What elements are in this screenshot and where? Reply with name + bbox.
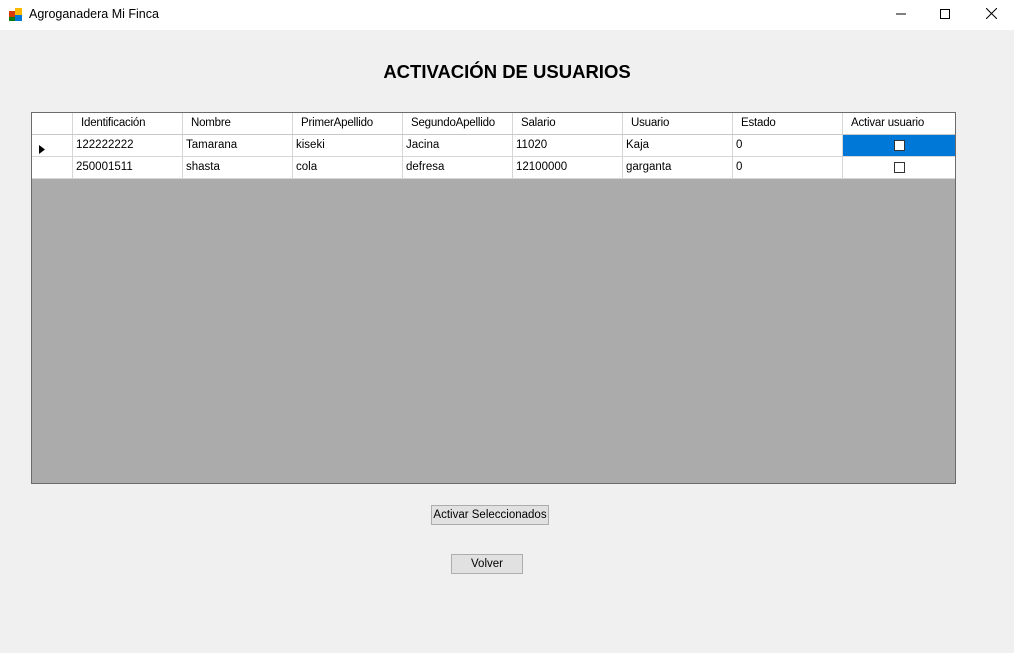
table-row[interactable]: 250001511 shasta cola defresa 12100000 g…: [32, 157, 955, 179]
column-header-segundo-apellido[interactable]: SegundoApellido: [403, 113, 513, 134]
minimize-button[interactable]: [878, 0, 924, 30]
cell-estado[interactable]: 0: [733, 157, 843, 178]
column-header-primer-apellido[interactable]: PrimerApellido: [293, 113, 403, 134]
column-header-usuario[interactable]: Usuario: [623, 113, 733, 134]
cell-estado[interactable]: 0: [733, 135, 843, 156]
page-title: ACTIVACIÓN DE USUARIOS: [383, 61, 631, 82]
cell-activar-usuario[interactable]: [843, 135, 955, 156]
grid-header: Identificación Nombre PrimerApellido Seg…: [32, 113, 955, 135]
column-header-identificacion[interactable]: Identificación: [73, 113, 183, 134]
column-header-activar-usuario[interactable]: Activar usuario: [843, 113, 955, 134]
minimize-icon: [896, 6, 906, 24]
app-icon: [9, 8, 23, 22]
title-bar: Agroganadera Mi Finca: [0, 0, 1014, 30]
cell-identificacion[interactable]: 122222222: [73, 135, 183, 156]
cell-salario[interactable]: 12100000: [513, 157, 623, 178]
users-grid[interactable]: Identificación Nombre PrimerApellido Seg…: [31, 112, 956, 484]
cell-usuario[interactable]: garganta: [623, 157, 733, 178]
cell-salario[interactable]: 11020: [513, 135, 623, 156]
cell-segundo-apellido[interactable]: defresa: [403, 157, 513, 178]
cell-primer-apellido[interactable]: kiseki: [293, 135, 403, 156]
header-corner: [32, 113, 73, 134]
column-header-salario[interactable]: Salario: [513, 113, 623, 134]
maximize-button[interactable]: [922, 0, 968, 30]
row-header[interactable]: [32, 135, 73, 156]
cell-nombre[interactable]: shasta: [183, 157, 293, 178]
maximize-icon: [940, 6, 950, 24]
close-button[interactable]: [968, 0, 1014, 30]
cell-nombre[interactable]: Tamarana: [183, 135, 293, 156]
cell-usuario[interactable]: Kaja: [623, 135, 733, 156]
back-button[interactable]: Volver: [451, 554, 523, 574]
row-header[interactable]: [32, 157, 73, 178]
cell-activar-usuario[interactable]: [843, 157, 955, 178]
cell-identificacion[interactable]: 250001511: [73, 157, 183, 178]
column-header-nombre[interactable]: Nombre: [183, 113, 293, 134]
activate-user-checkbox[interactable]: [893, 162, 905, 173]
close-icon: [985, 6, 997, 24]
cell-segundo-apellido[interactable]: Jacina: [403, 135, 513, 156]
table-row[interactable]: 122222222 Tamarana kiseki Jacina 11020 K…: [32, 135, 955, 157]
column-header-estado[interactable]: Estado: [733, 113, 843, 134]
window-title: Agroganadera Mi Finca: [29, 7, 159, 21]
activate-user-checkbox[interactable]: [893, 140, 905, 151]
activate-selected-button[interactable]: Activar Seleccionados: [431, 505, 549, 525]
cell-primer-apellido[interactable]: cola: [293, 157, 403, 178]
